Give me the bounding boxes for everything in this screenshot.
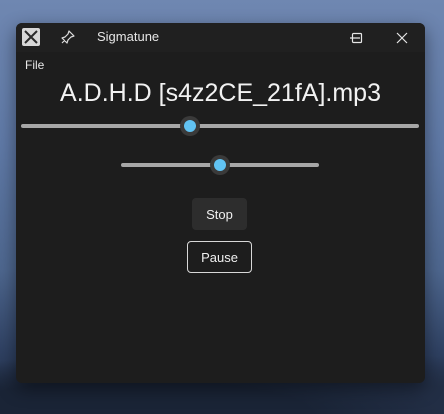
volume-slider-thumb[interactable] (210, 155, 230, 175)
app-logo-icon (22, 28, 40, 46)
maximize-icon (351, 32, 363, 43)
close-button[interactable] (379, 23, 425, 52)
app-window: Sigmatune File A.D.H.D [s4z2CE_21fA].mp3… (16, 23, 425, 383)
volume-slider[interactable] (121, 155, 319, 175)
seek-slider[interactable] (21, 116, 419, 136)
window-title: Sigmatune (97, 29, 160, 44)
track-title: A.D.H.D [s4z2CE_21fA].mp3 (60, 79, 381, 107)
menubar: File (16, 52, 425, 74)
maximize-icon-wrap[interactable] (334, 23, 380, 52)
seek-slider-thumb[interactable] (179, 116, 200, 136)
pause-button[interactable]: Pause (187, 241, 252, 273)
seek-slider-rail[interactable] (21, 124, 419, 128)
stop-button[interactable]: Stop (192, 198, 247, 230)
menu-file[interactable]: File (25, 58, 44, 72)
pin-icon[interactable] (60, 29, 76, 45)
close-icon (396, 32, 408, 43)
titlebar[interactable]: Sigmatune (16, 23, 425, 52)
